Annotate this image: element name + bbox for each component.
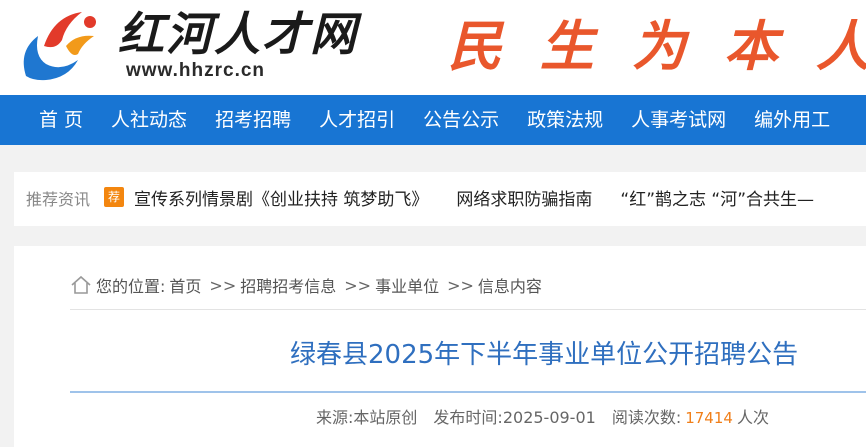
nav-item[interactable]: 政策法规	[513, 95, 617, 145]
site-logo[interactable]: 红河人才网 www.hhzrc.cn	[16, 6, 356, 88]
nav-item[interactable]: 编外用工	[740, 95, 844, 145]
article-title: 绿春县2025年下半年事业单位公开招聘公告	[290, 340, 799, 370]
ticker-title: 推荐资讯	[26, 190, 91, 209]
date-label: 发布时间:	[433, 408, 503, 427]
nav-item[interactable]: 招考招聘	[201, 95, 305, 145]
views-unit: 人次	[736, 408, 769, 427]
nav-list: 首 页人社动态 招考招聘 人才招引 公告公示 政策法规 人事考试网 编外用工	[0, 95, 866, 145]
breadcrumb: 您的位置: 首页 >> 招聘招考信息 >> 事业单位 >> 信息内容	[70, 273, 546, 297]
ticker-link[interactable]: 宣传系列情景剧《创业扶持 筑梦助飞》	[134, 185, 428, 210]
breadcrumb-separator: >>	[209, 275, 237, 295]
nav-item[interactable]: 人才招引	[305, 95, 409, 145]
site-url: www.hhzrc.cn	[126, 60, 266, 81]
logo-swoosh-icon	[23, 12, 96, 81]
slogan-banner: 民生为本人	[448, 14, 866, 78]
views-label: 阅读次数:	[611, 408, 682, 427]
breadcrumb-prefix: 您的位置:	[96, 277, 166, 296]
breadcrumb-link[interactable]: 招聘招考信息	[240, 273, 336, 297]
title-divider	[70, 391, 866, 393]
recommend-ticker: 推荐资讯 荐 宣传系列情景剧《创业扶持 筑梦助飞》 网络求职防骗指南 “红”鹊之志 …	[14, 172, 866, 226]
breadcrumb-link[interactable]: 事业单位	[375, 273, 439, 297]
ticker-items: 宣传系列情景剧《创业扶持 筑梦助飞》 网络求职防骗指南 “红”鹊之志 “河”合共生—	[134, 185, 842, 210]
date-value: 2025-09-01	[502, 408, 596, 427]
article-meta: 来源: 本站原创 发布时间: 2025-09-01 阅读次数: 17414 人次	[316, 404, 769, 428]
home-icon	[71, 275, 91, 294]
site-name: 红河人才网	[118, 7, 358, 61]
breadcrumb-link: 信息内容	[477, 277, 542, 296]
ticker-link[interactable]: “红”鹊之志 “河”合共生—	[620, 185, 814, 210]
breadcrumb-separator: >>	[447, 275, 474, 295]
breadcrumb-link[interactable]: 首页	[169, 273, 201, 297]
main-nav: 首 页人社动态 招考招聘 人才招引 公告公示 政策法规 人事考试网 编外用工	[0, 95, 866, 145]
nav-item[interactable]: 首 页	[25, 95, 97, 145]
divider	[70, 309, 866, 310]
nav-item[interactable]: 公告公示	[409, 95, 513, 145]
ticker-link[interactable]: 网络求职防骗指南	[456, 185, 592, 210]
site-header: 红河人才网 www.hhzrc.cn 民生为本人	[0, 0, 866, 95]
recommend-badge-icon: 荐	[104, 187, 124, 207]
nav-item[interactable]: 人事考试网	[617, 95, 740, 145]
nav-item[interactable]: 人社动态	[97, 95, 201, 145]
views-count: 17414	[685, 409, 733, 427]
source-value: 本站原创	[353, 408, 418, 427]
source-label: 来源:	[316, 408, 354, 427]
breadcrumb-separator: >>	[344, 275, 372, 295]
article-panel: 您的位置: 首页 >> 招聘招考信息 >> 事业单位 >> 信息内容 绿春县2025年下半年…	[14, 246, 866, 447]
